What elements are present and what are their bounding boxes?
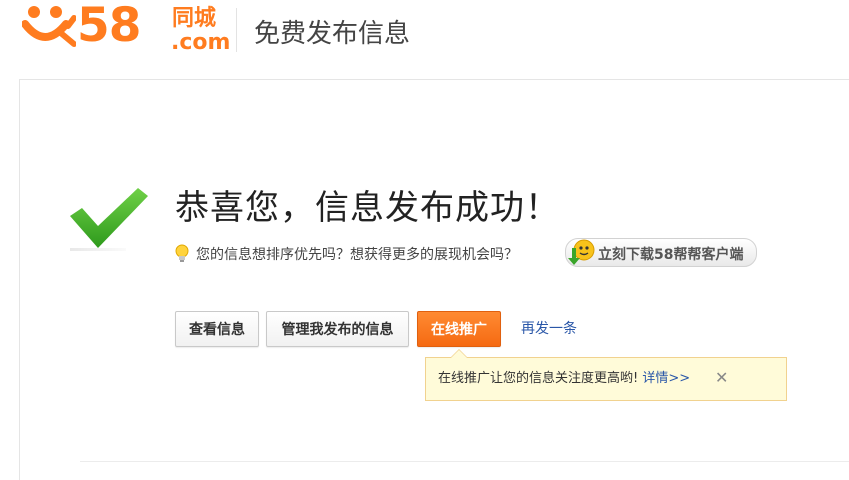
page-header: 58 同城 .com 免费发布信息 xyxy=(0,0,849,80)
download-app-button[interactable]: 立刻下载58帮帮客户端 xyxy=(565,238,757,267)
tooltip-arrow-inner xyxy=(451,350,467,358)
success-title: 恭喜您，信息发布成功！ xyxy=(175,188,560,228)
checkmark-icon xyxy=(70,188,148,248)
online-promotion-button[interactable]: 在线推广 xyxy=(417,311,501,347)
logo-mascot-icon xyxy=(22,6,76,47)
page-title: 免费发布信息 xyxy=(254,19,411,49)
promotion-tooltip: 在线推广让您的信息关注度更高哟! 详情>> ✕ xyxy=(425,349,787,401)
post-another-link[interactable]: 再发一条 xyxy=(521,318,577,340)
logo-domain-text: .com xyxy=(171,30,231,55)
checkmark-shadow xyxy=(70,248,126,251)
site-logo[interactable]: 58 同城 .com xyxy=(22,0,230,58)
tip-text: 您的信息想排序优先吗？想获得更多的展现机会吗？ xyxy=(196,247,518,263)
logo-number: 58 xyxy=(77,0,141,53)
bottom-divider xyxy=(80,461,849,462)
promotion-tip: 您的信息想排序优先吗？想获得更多的展现机会吗？ xyxy=(174,240,518,268)
tooltip-message: 在线推广让您的信息关注度更高哟! 详情>> xyxy=(438,370,690,388)
close-icon[interactable]: ✕ xyxy=(715,369,728,387)
content-panel xyxy=(19,79,849,480)
logo-chinese-text: 同城 xyxy=(172,6,217,31)
view-info-button[interactable]: 查看信息 xyxy=(175,311,259,347)
header-divider xyxy=(236,8,237,52)
manage-posts-button[interactable]: 管理我发布的信息 xyxy=(266,311,409,347)
lightbulb-icon xyxy=(175,244,189,262)
tooltip-details-link[interactable]: 详情>> xyxy=(642,371,690,386)
tooltip-text: 在线推广让您的信息关注度更高哟! xyxy=(438,371,639,386)
bangbang-mascot-download-icon xyxy=(568,239,595,265)
download-app-label: 立刻下载58帮帮客户端 xyxy=(598,247,744,263)
